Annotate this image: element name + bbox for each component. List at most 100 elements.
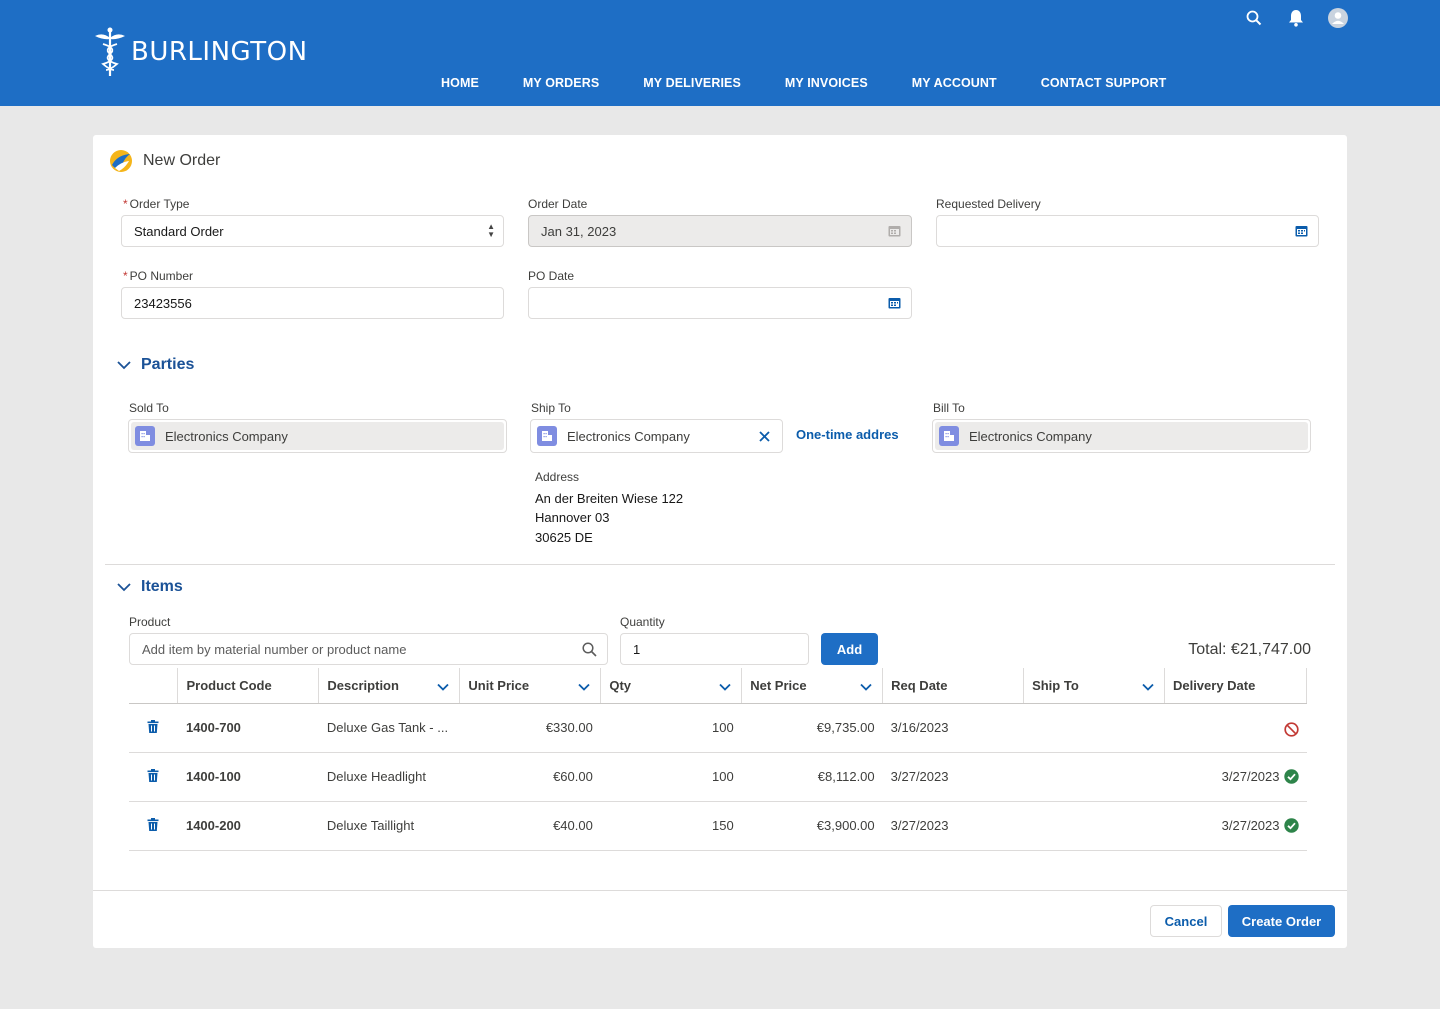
col-product-code[interactable]: Product Code [177,668,319,704]
page-title-text: New Order [143,152,221,169]
unit-price-cell: €330.00 [459,703,601,753]
po-number-value: 23423556 [134,295,192,311]
chevron-down-icon[interactable] [578,679,590,694]
one-time-address-text: One-time address [796,427,899,442]
req-date-cell: 3/16/2023 [882,703,1024,753]
qty-cell: 100 [600,703,742,753]
trash-icon [147,817,159,831]
requested-delivery-input[interactable] [936,215,1319,247]
col-unit-price[interactable]: Unit Price [459,668,601,704]
ship-to-cell [1023,752,1165,802]
net-price-cell: €8,112.00 [741,752,883,802]
sold-to-field: Electronics Company [128,419,507,453]
account-icon [939,426,959,446]
delivery-date-cell: 3/27/2023 [1164,752,1307,802]
clear-icon[interactable] [759,430,770,445]
calendar-icon[interactable] [1295,224,1308,240]
order-total: Total: €21,747.00 [1188,641,1311,658]
unavailable-icon [1283,722,1299,737]
ship-to-field[interactable]: Electronics Company [530,419,783,453]
calendar-icon[interactable] [888,296,901,312]
order-date-value: Jan 31, 2023 [541,223,617,239]
order-type-value: Standard Order [134,223,224,239]
brand-name: BURLINGTON [131,37,308,67]
product-code-link[interactable]: 1400-200 [177,801,319,851]
brand-logo[interactable]: BURLINGTON [93,26,308,78]
product-label: Product [129,615,171,629]
table-row: 1400-100 Deluxe Headlight €60.00 100 €8,… [129,752,1307,802]
parties-section-toggle[interactable]: Parties [117,356,194,374]
product-search-input[interactable]: Add item by material number or product n… [129,633,608,665]
search-icon[interactable] [1244,8,1264,28]
col-ship-to[interactable]: Ship To [1023,668,1165,704]
account-icon [135,426,155,446]
order-date-label: Order Date [528,197,588,211]
user-avatar-icon[interactable] [1328,8,1348,28]
col-delivery-date[interactable]: Delivery Date [1163,668,1308,704]
nav-my-account[interactable]: MY ACCOUNT [890,76,1019,90]
bill-to-value: Electronics Company [969,428,1092,444]
check-circle-icon [1283,818,1299,833]
product-code-link[interactable]: 1400-700 [177,703,319,753]
trash-icon [147,719,159,733]
section-divider [105,564,1335,565]
unit-price-cell: €60.00 [459,752,601,802]
col-net-price[interactable]: Net Price [741,668,883,704]
account-icon [537,426,557,446]
product-code-link[interactable]: 1400-100 [177,752,319,802]
items-heading: Items [141,578,183,595]
po-number-label: * PO Number [123,269,194,283]
chevron-down-icon[interactable] [437,679,450,694]
ship-to-cell [1023,801,1165,851]
col-description[interactable]: Description [318,668,460,704]
req-date-cell: 3/27/2023 [882,801,1024,851]
parties-heading: Parties [141,356,195,373]
description-cell: Deluxe Taillight [318,801,460,851]
net-price-cell: €9,735.00 [741,703,883,753]
table-row: 1400-700 Deluxe Gas Tank - ... €330.00 1… [129,703,1307,753]
check-circle-icon [1283,769,1299,784]
po-date-input[interactable] [528,287,912,319]
bell-icon[interactable] [1286,8,1306,28]
nav-home[interactable]: HOME [419,76,501,90]
quantity-input[interactable]: 1 [620,633,809,665]
delete-row-button[interactable] [129,703,178,753]
sold-to-label: Sold To [129,401,169,415]
nav-contact-support[interactable]: CONTACT SUPPORT [1019,76,1189,90]
ship-to-cell [1023,703,1165,753]
delete-row-button[interactable] [129,752,178,802]
trash-icon [147,768,159,782]
items-section-toggle[interactable]: Items [117,578,183,596]
select-arrows-icon: ▲ ▼ [487,222,495,239]
address-line-2: Hannover 03 [535,510,610,525]
order-type-label: * Order Type [123,197,190,211]
nav-my-invoices[interactable]: MY INVOICES [763,76,890,90]
page-title: New Order [109,149,220,173]
address-label: Address [535,470,580,484]
nav-my-deliveries[interactable]: MY DELIVERIES [621,76,763,90]
col-actions [129,668,178,704]
description-cell: Deluxe Headlight [318,752,460,802]
qty-cell: 150 [600,801,742,851]
ship-to-label: Ship To [531,401,571,415]
chevron-down-icon[interactable] [860,679,872,694]
order-type-select[interactable]: Standard Order ▲ ▼ [121,215,504,247]
po-number-input[interactable]: 23423556 [121,287,504,319]
chevron-down-icon [117,583,131,592]
chevron-down-icon[interactable] [1142,679,1154,694]
delete-row-button[interactable] [129,801,178,851]
col-req-date[interactable]: Req Date [882,668,1024,704]
add-item-button[interactable]: Add [821,633,878,665]
cancel-button[interactable]: Cancel [1150,905,1222,937]
table-row: 1400-200 Deluxe Taillight €40.00 150 €3,… [129,801,1307,851]
search-icon [582,642,597,660]
create-order-button[interactable]: Create Order [1228,905,1335,937]
bill-to-label: Bill To [933,401,965,415]
caduceus-icon [95,27,125,76]
one-time-address-link[interactable]: One-time address [796,427,899,442]
col-qty[interactable]: Qty [600,668,742,704]
nav-my-orders[interactable]: MY ORDERS [501,76,621,90]
quantity-value: 1 [633,641,641,657]
chevron-down-icon[interactable] [719,679,731,694]
new-order-card: New Order * Order Type Standard Order ▲ ▼ … [93,135,1347,948]
